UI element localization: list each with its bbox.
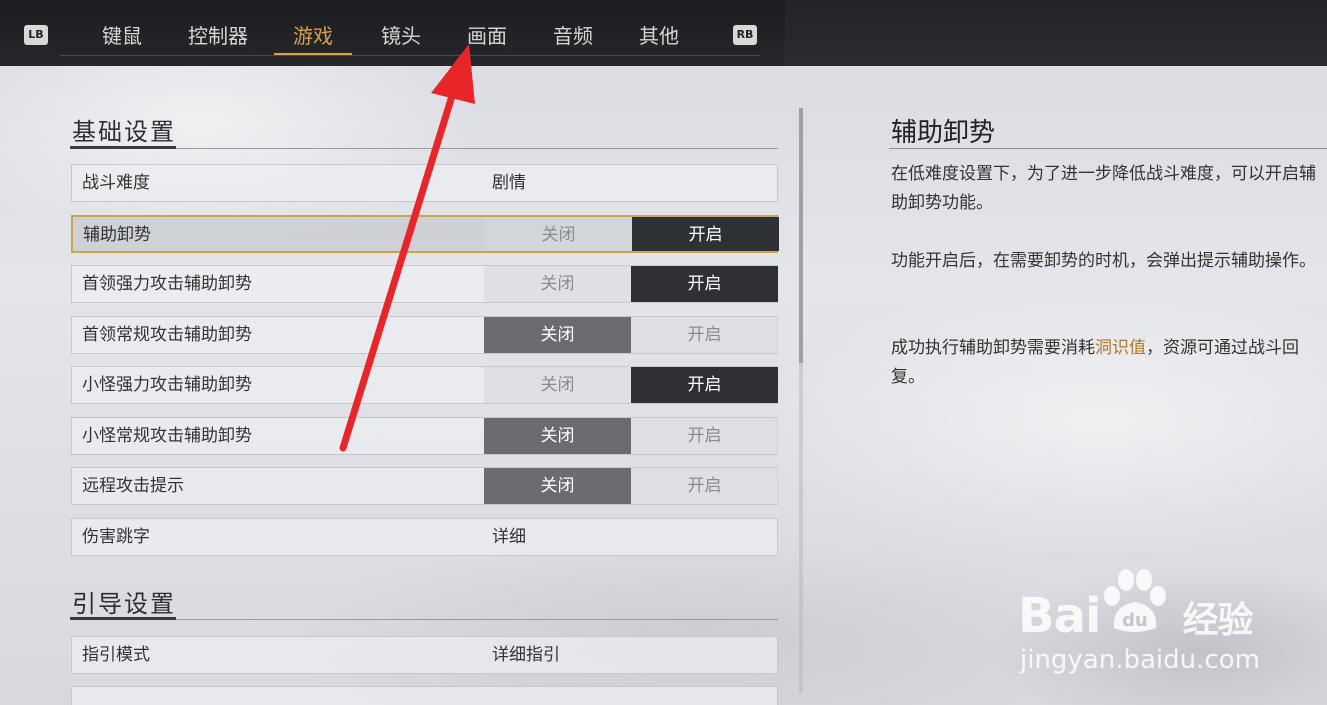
setting-row-minion-heavy-assist[interactable]: 小怪强力攻击辅助卸势 关闭 开启 [71,366,778,404]
section-title-guide: 引导设置 [72,590,176,618]
setting-value: 剧情 [492,173,526,193]
paw-icon: du [1104,569,1166,632]
setting-row-boss-normal-assist[interactable]: 首领常规攻击辅助卸势 关闭 开启 [71,316,778,354]
setting-label: 首领强力攻击辅助卸势 [82,274,252,294]
toggle-off-option[interactable]: 关闭 [485,217,632,251]
toggle-on-option[interactable]: 开启 [631,317,778,353]
setting-row-boss-heavy-assist[interactable]: 首领强力攻击辅助卸势 关闭 开启 [71,265,778,303]
tab-camera[interactable]: 镜头 [368,20,434,52]
watermark-logo-tail: 经验 [1182,600,1253,641]
toggle-on-option[interactable]: 开启 [631,367,778,403]
top-nav-bar: LB 键鼠 控制器 游戏 镜头 画面 音频 其他 RB [0,0,1327,66]
tab-keyboard-mouse[interactable]: 键鼠 [90,20,154,52]
setting-label: 小怪强力攻击辅助卸势 [82,375,252,395]
setting-row-damage-numbers[interactable]: 伤害跳字 详细 [71,518,778,556]
section-divider [70,619,778,620]
setting-label: 首领常规攻击辅助卸势 [82,325,252,345]
setting-row-difficulty[interactable]: 战斗难度 剧情 [71,164,778,202]
nav-divider [60,55,760,56]
tab-audio[interactable]: 音频 [540,20,606,52]
toggle-on-option[interactable]: 开启 [632,217,779,251]
detail-paragraph-1: 在低难度设置下，为了进一步降低战斗难度，可以开启辅助卸势功能。 [891,164,1316,213]
toggle-off-option[interactable]: 关闭 [484,367,631,403]
setting-value: 详细指引 [492,645,560,665]
detail-text: 成功执行辅助卸势需要消耗 [891,338,1095,358]
setting-row-ranged-hint[interactable]: 远程攻击提示 关闭 开启 [71,467,778,505]
highlight-term: 洞识值 [1095,338,1146,358]
scrollbar-thumb[interactable] [799,108,803,363]
detail-paragraph-3: 成功执行辅助卸势需要消耗洞识值，资源可通过战斗回复。 [891,334,1327,392]
active-tab-indicator [274,53,352,55]
setting-label: 远程攻击提示 [82,476,184,496]
section-divider-accent [70,146,176,149]
setting-label: 辅助卸势 [83,225,151,245]
toggle-off-option[interactable]: 关闭 [484,468,631,504]
watermark-logo-text: Bai [1018,588,1101,644]
lb-button-hint[interactable]: LB [24,25,48,45]
setting-row-partial[interactable] [71,686,778,705]
setting-label: 伤害跳字 [82,527,150,547]
tab-other[interactable]: 其他 [626,20,692,52]
watermark-url: jingyan.baidu.com [1020,645,1260,675]
tab-game[interactable]: 游戏 [280,20,346,52]
paw-text: du [1122,610,1148,631]
toggle-off-option[interactable]: 关闭 [484,317,631,353]
section-title-basic: 基础设置 [72,118,176,146]
toggle-off-option[interactable]: 关闭 [484,418,631,454]
toggle-on-option[interactable]: 开启 [631,266,778,302]
setting-row-assist-deflect[interactable]: 辅助卸势 关闭 开启 [71,215,779,253]
detail-title: 辅助卸势 [891,118,996,148]
setting-label: 指引模式 [82,645,150,665]
setting-row-guide-mode[interactable]: 指引模式 详细指引 [71,636,778,674]
toggle-off-option[interactable]: 关闭 [484,266,631,302]
rb-button-hint[interactable]: RB [733,25,757,45]
tab-graphics[interactable]: 画面 [454,20,520,52]
section-divider-accent [70,617,176,620]
section-divider [70,148,778,149]
setting-row-minion-normal-assist[interactable]: 小怪常规攻击辅助卸势 关闭 开启 [71,417,778,455]
setting-label: 战斗难度 [82,173,150,193]
setting-label: 小怪常规攻击辅助卸势 [82,426,252,446]
tab-controller[interactable]: 控制器 [176,20,260,52]
toggle-on-option[interactable]: 开启 [631,468,778,504]
toggle-on-option[interactable]: 开启 [631,418,778,454]
detail-divider [889,148,1327,149]
detail-paragraph-2: 功能开启后，在需要卸势的时机，会弹出提示辅助操作。 [891,251,1316,271]
scrollbar-track[interactable] [799,363,803,693]
setting-value: 详细 [492,527,526,547]
